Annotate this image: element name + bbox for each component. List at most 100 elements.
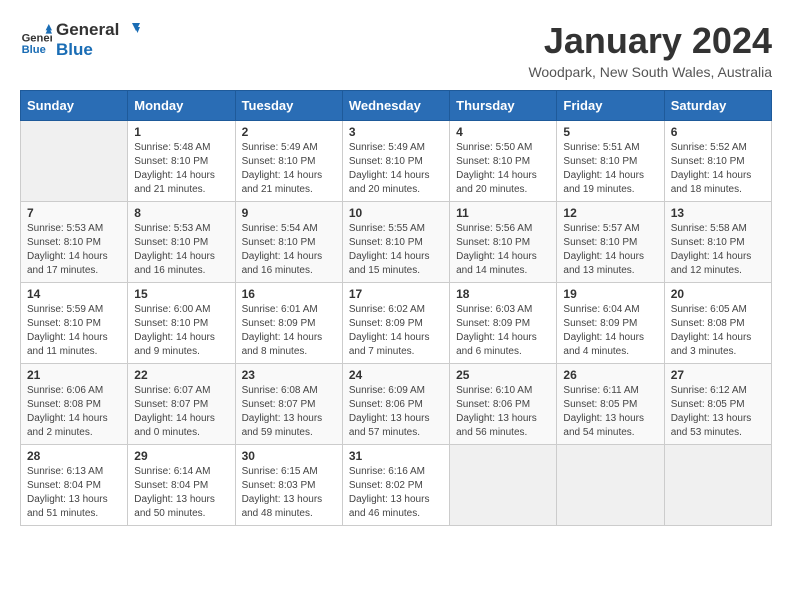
svg-text:Blue: Blue (22, 44, 46, 56)
day-info: Sunrise: 6:11 AM Sunset: 8:05 PM Dayligh… (563, 384, 657, 440)
day-cell: 23 Sunrise: 6:08 AM Sunset: 8:07 PM Dayli… (235, 364, 342, 445)
calendar-table: SundayMondayTuesdayWednesdayThursdayFrid… (20, 90, 772, 526)
logo-icon: General Blue (20, 24, 52, 56)
day-cell: 8 Sunrise: 5:53 AM Sunset: 8:10 PM Daylig… (128, 202, 235, 283)
day-info: Sunrise: 5:53 AM Sunset: 8:10 PM Dayligh… (134, 222, 228, 278)
header-day-tuesday: Tuesday (235, 91, 342, 121)
day-info: Sunrise: 5:51 AM Sunset: 8:10 PM Dayligh… (563, 141, 657, 197)
day-cell: 11 Sunrise: 5:56 AM Sunset: 8:10 PM Dayli… (450, 202, 557, 283)
day-cell: 26Sunrise: 6:11 AM Sunset: 8:05 PM Dayli… (557, 364, 664, 445)
day-info: Sunrise: 5:58 AM Sunset: 8:10 PM Dayligh… (671, 222, 765, 278)
day-info: Sunrise: 5:53 AM Sunset: 8:10 PM Dayligh… (27, 222, 121, 278)
day-number: 22 (134, 368, 228, 382)
day-number: 31 (349, 449, 443, 463)
day-number: 5 (563, 125, 657, 139)
day-info: Sunrise: 5:49 AM Sunset: 8:10 PM Dayligh… (349, 141, 443, 197)
day-number: 2 (242, 125, 336, 139)
day-cell (664, 445, 771, 526)
day-info: Sunrise: 5:49 AM Sunset: 8:10 PM Dayligh… (242, 141, 336, 197)
day-number: 30 (242, 449, 336, 463)
day-info: Sunrise: 6:06 AM Sunset: 8:08 PM Dayligh… (27, 384, 121, 440)
day-cell: 2 Sunrise: 5:49 AM Sunset: 8:10 PM Daylig… (235, 121, 342, 202)
day-info: Sunrise: 6:12 AM Sunset: 8:05 PM Dayligh… (671, 384, 765, 440)
day-number: 20 (671, 287, 765, 301)
day-info: Sunrise: 6:00 AM Sunset: 8:10 PM Dayligh… (134, 303, 228, 359)
day-info: Sunrise: 6:09 AM Sunset: 8:06 PM Dayligh… (349, 384, 443, 440)
day-info: Sunrise: 6:03 AM Sunset: 8:09 PM Dayligh… (456, 303, 550, 359)
day-info: Sunrise: 5:59 AM Sunset: 8:10 PM Dayligh… (27, 303, 121, 359)
day-cell: 25Sunrise: 6:10 AM Sunset: 8:06 PM Dayli… (450, 364, 557, 445)
header-day-thursday: Thursday (450, 91, 557, 121)
day-cell: 1Sunrise: 5:48 AM Sunset: 8:10 PM Daylig… (128, 121, 235, 202)
header-day-monday: Monday (128, 91, 235, 121)
day-cell: 22 Sunrise: 6:07 AM Sunset: 8:07 PM Dayli… (128, 364, 235, 445)
week-row-1: 1Sunrise: 5:48 AM Sunset: 8:10 PM Daylig… (21, 121, 772, 202)
location: Woodpark, New South Wales, Australia (528, 64, 772, 80)
day-cell: 9Sunrise: 5:54 AM Sunset: 8:10 PM Daylig… (235, 202, 342, 283)
day-info: Sunrise: 6:10 AM Sunset: 8:06 PM Dayligh… (456, 384, 550, 440)
day-cell: 21Sunrise: 6:06 AM Sunset: 8:08 PM Dayli… (21, 364, 128, 445)
week-row-3: 14 Sunrise: 5:59 AM Sunset: 8:10 PM Dayli… (21, 283, 772, 364)
day-info: Sunrise: 6:01 AM Sunset: 8:09 PM Dayligh… (242, 303, 336, 359)
day-info: Sunrise: 6:08 AM Sunset: 8:07 PM Dayligh… (242, 384, 336, 440)
day-info: Sunrise: 6:14 AM Sunset: 8:04 PM Dayligh… (134, 465, 228, 521)
day-number: 14 (27, 287, 121, 301)
day-info: Sunrise: 5:50 AM Sunset: 8:10 PM Dayligh… (456, 141, 550, 197)
day-number: 13 (671, 206, 765, 220)
day-cell: 29 Sunrise: 6:14 AM Sunset: 8:04 PM Dayli… (128, 445, 235, 526)
day-info: Sunrise: 6:04 AM Sunset: 8:09 PM Dayligh… (563, 303, 657, 359)
logo-general: General (56, 20, 140, 40)
day-cell: 5 Sunrise: 5:51 AM Sunset: 8:10 PM Daylig… (557, 121, 664, 202)
day-number: 28 (27, 449, 121, 463)
day-info: Sunrise: 5:48 AM Sunset: 8:10 PM Dayligh… (134, 141, 228, 197)
header-day-wednesday: Wednesday (342, 91, 449, 121)
day-info: Sunrise: 6:02 AM Sunset: 8:09 PM Dayligh… (349, 303, 443, 359)
day-cell (21, 121, 128, 202)
day-number: 23 (242, 368, 336, 382)
day-cell: 3Sunrise: 5:49 AM Sunset: 8:10 PM Daylig… (342, 121, 449, 202)
day-info: Sunrise: 5:57 AM Sunset: 8:10 PM Dayligh… (563, 222, 657, 278)
day-info: Sunrise: 5:55 AM Sunset: 8:10 PM Dayligh… (349, 222, 443, 278)
week-row-2: 7Sunrise: 5:53 AM Sunset: 8:10 PM Daylig… (21, 202, 772, 283)
day-cell: 28 Sunrise: 6:13 AM Sunset: 8:04 PM Dayli… (21, 445, 128, 526)
day-number: 9 (242, 206, 336, 220)
day-cell (557, 445, 664, 526)
day-number: 15 (134, 287, 228, 301)
day-number: 19 (563, 287, 657, 301)
day-cell: 13 Sunrise: 5:58 AM Sunset: 8:10 PM Dayli… (664, 202, 771, 283)
day-cell: 10 Sunrise: 5:55 AM Sunset: 8:10 PM Dayli… (342, 202, 449, 283)
day-cell: 7Sunrise: 5:53 AM Sunset: 8:10 PM Daylig… (21, 202, 128, 283)
day-number: 18 (456, 287, 550, 301)
logo-wing-icon (122, 21, 140, 39)
day-cell: 6 Sunrise: 5:52 AM Sunset: 8:10 PM Daylig… (664, 121, 771, 202)
day-cell: 24Sunrise: 6:09 AM Sunset: 8:06 PM Dayli… (342, 364, 449, 445)
day-number: 8 (134, 206, 228, 220)
logo: General Blue General Blue (20, 20, 140, 61)
day-cell: 19 Sunrise: 6:04 AM Sunset: 8:09 PM Dayli… (557, 283, 664, 364)
day-cell: 30 Sunrise: 6:15 AM Sunset: 8:03 PM Dayli… (235, 445, 342, 526)
day-info: Sunrise: 6:07 AM Sunset: 8:07 PM Dayligh… (134, 384, 228, 440)
day-info: Sunrise: 6:13 AM Sunset: 8:04 PM Dayligh… (27, 465, 121, 521)
day-cell: 14 Sunrise: 5:59 AM Sunset: 8:10 PM Dayli… (21, 283, 128, 364)
header-day-sunday: Sunday (21, 91, 128, 121)
day-info: Sunrise: 5:52 AM Sunset: 8:10 PM Dayligh… (671, 141, 765, 197)
day-number: 29 (134, 449, 228, 463)
day-cell: 18 Sunrise: 6:03 AM Sunset: 8:09 PM Dayli… (450, 283, 557, 364)
header-day-friday: Friday (557, 91, 664, 121)
day-cell: 20Sunrise: 6:05 AM Sunset: 8:08 PM Dayli… (664, 283, 771, 364)
day-number: 27 (671, 368, 765, 382)
logo-blue: Blue (56, 40, 140, 60)
day-info: Sunrise: 6:15 AM Sunset: 8:03 PM Dayligh… (242, 465, 336, 521)
day-cell: 16Sunrise: 6:01 AM Sunset: 8:09 PM Dayli… (235, 283, 342, 364)
day-number: 12 (563, 206, 657, 220)
day-number: 10 (349, 206, 443, 220)
week-row-5: 28 Sunrise: 6:13 AM Sunset: 8:04 PM Dayli… (21, 445, 772, 526)
day-number: 11 (456, 206, 550, 220)
week-row-4: 21Sunrise: 6:06 AM Sunset: 8:08 PM Dayli… (21, 364, 772, 445)
day-info: Sunrise: 5:56 AM Sunset: 8:10 PM Dayligh… (456, 222, 550, 278)
day-cell: 15 Sunrise: 6:00 AM Sunset: 8:10 PM Dayli… (128, 283, 235, 364)
day-number: 6 (671, 125, 765, 139)
day-cell (450, 445, 557, 526)
header-day-saturday: Saturday (664, 91, 771, 121)
day-cell: 4Sunrise: 5:50 AM Sunset: 8:10 PM Daylig… (450, 121, 557, 202)
